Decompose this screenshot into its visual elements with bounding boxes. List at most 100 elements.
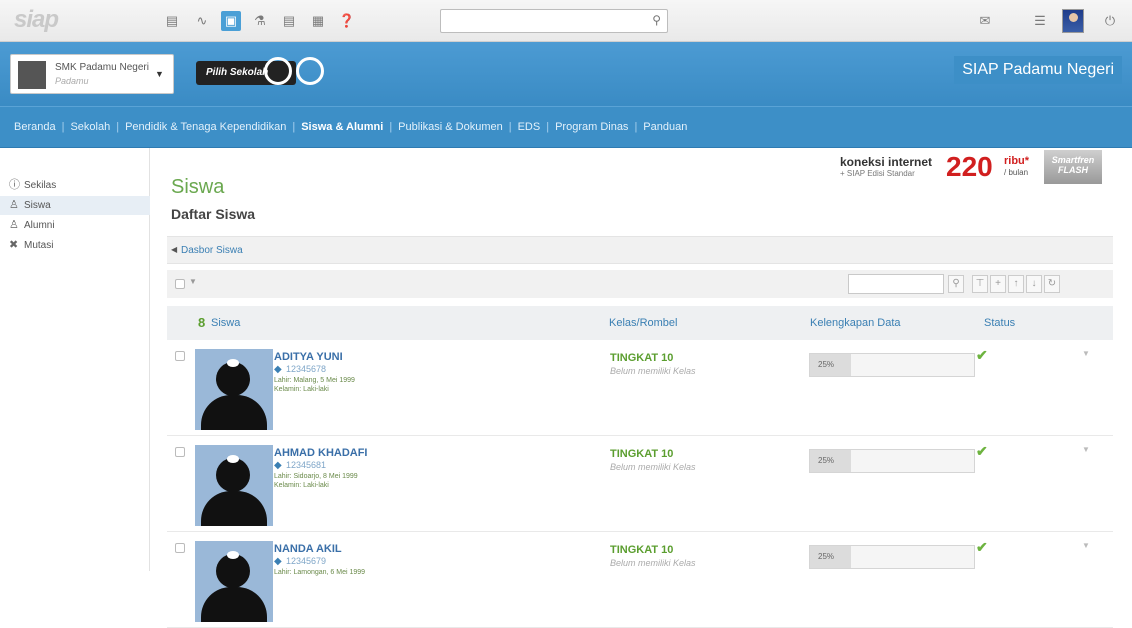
power-icon[interactable]: ⏻: [1100, 11, 1120, 31]
student-kelas: Belum memiliki Kelas: [610, 366, 696, 376]
main-content: koneksi internet + SIAP Edisi Standar 22…: [150, 148, 1132, 628]
upload-icon[interactable]: ↑: [1008, 275, 1024, 293]
ad-per: / bulan: [1004, 168, 1029, 177]
sidebar: ⓘ Sekilas ♙ Siswa ♙ Alumni ✖ Mutasi: [0, 148, 150, 571]
page-subtitle: Daftar Siswa: [171, 206, 256, 222]
top-toolbar: siap ▤ ∿ ▣ ⚗ ▤ ▦ ❓ ⚲ ✉ ☰ ⏻: [0, 0, 1132, 42]
student-name[interactable]: ADITYA YUNI: [274, 351, 343, 363]
col-status[interactable]: Status: [984, 317, 1015, 329]
table-row[interactable]: ADITYA YUNI ◆ 12345678 Lahir: Malang, 5 Mei…: [167, 341, 1113, 436]
search-input[interactable]: ⚲: [440, 9, 668, 33]
transfer-icon: ✖: [9, 239, 19, 251]
help-icon[interactable]: ❓: [337, 11, 357, 31]
completeness-bar: 25%: [809, 449, 975, 473]
chevron-down-icon[interactable]: ▼: [155, 69, 164, 79]
chevron-down-icon[interactable]: ▼: [1082, 349, 1090, 358]
nav-item-7[interactable]: Panduan: [643, 121, 687, 133]
row-checkbox[interactable]: [175, 351, 185, 361]
ad-price: 220: [946, 151, 993, 182]
ad-banner[interactable]: koneksi internet + SIAP Edisi Standar 22…: [838, 148, 1102, 186]
ad-text-line1: koneksi internet: [840, 155, 933, 169]
id-icon: ◆: [274, 460, 282, 471]
sidebar-item-alumni[interactable]: ♙ Alumni: [0, 216, 150, 235]
breadcrumb-link[interactable]: Dasbor Siswa: [181, 245, 243, 256]
school-name: SMK Padamu Negeri: [55, 62, 149, 73]
table-row[interactable]: AHMAD KHADAFI ◆ 12345681 Lahir: Sidoarjo, 8…: [167, 437, 1113, 532]
student-photo[interactable]: [195, 445, 273, 526]
id-card-icon[interactable]: ▦: [308, 11, 328, 31]
nav-item-3[interactable]: Siswa & Alumni: [301, 121, 383, 133]
nav-item-6[interactable]: Program Dinas: [555, 121, 628, 133]
row-checkbox[interactable]: [175, 447, 185, 457]
filter-icon[interactable]: ⊤: [972, 275, 988, 293]
school-selector[interactable]: SMK Padamu Negeri Padamu ▼: [10, 54, 174, 94]
breadcrumb: ◀ Dasbor Siswa: [167, 236, 1113, 264]
nav-item-1[interactable]: Sekolah: [70, 121, 110, 133]
sidebar-item-label: Sekilas: [24, 180, 57, 191]
nav-item-5[interactable]: EDS: [518, 121, 541, 133]
avatar-highlight: [227, 455, 239, 463]
sidebar-item-sekilas[interactable]: ⓘ Sekilas: [0, 176, 150, 195]
sidebar-item-siswa[interactable]: ♙ Siswa: [0, 196, 150, 215]
nav-item-0[interactable]: Beranda: [14, 121, 56, 133]
student-kelas: Belum memiliki Kelas: [610, 462, 696, 472]
table-header: 8 Siswa Kelas/Rombel Kelengkapan Data St…: [167, 306, 1113, 340]
ad-brand-logo: Smartfren FLASH: [1044, 150, 1102, 184]
people-icon[interactable]: ⚗: [250, 11, 270, 31]
nav-separator: |: [508, 121, 512, 133]
power-ring-icon[interactable]: [296, 57, 324, 85]
chevron-down-icon[interactable]: ▼: [1082, 445, 1090, 454]
student-id: 12345679: [286, 556, 327, 566]
search-icon[interactable]: ⚲: [652, 13, 661, 27]
completeness-bar: 25%: [809, 545, 975, 569]
mail-icon[interactable]: ✉: [975, 11, 995, 31]
student-name[interactable]: AHMAD KHADAFI: [274, 447, 368, 459]
student-name[interactable]: NANDA AKIL: [274, 543, 342, 555]
student-tingkat: TINGKAT 10: [610, 352, 674, 364]
student-id: 12345681: [286, 460, 327, 470]
chevron-down-icon[interactable]: ▼: [1082, 541, 1090, 550]
app-logo[interactable]: siap: [14, 6, 59, 34]
back-arrow-icon[interactable]: ◀: [171, 245, 177, 254]
brand-title: SIAP Padamu Negeri: [954, 56, 1122, 84]
list-icon[interactable]: ☰: [1030, 11, 1050, 31]
student-photo[interactable]: [195, 349, 273, 430]
add-icon[interactable]: +: [990, 275, 1006, 293]
sidebar-item-label: Siswa: [24, 200, 51, 211]
student-count: 8: [198, 315, 206, 330]
sitemap-icon[interactable]: ▣: [221, 11, 241, 31]
table-row[interactable]: NANDA AKIL ◆ 12345679 Lahir: Lamongan, 6 Me…: [167, 533, 1113, 628]
download-icon[interactable]: ↓: [1026, 275, 1042, 293]
nav-separator: |: [634, 121, 638, 133]
select-all-checkbox[interactable]: [175, 279, 185, 289]
sidebar-item-mutasi[interactable]: ✖ Mutasi: [0, 236, 150, 255]
school-logo: [18, 61, 46, 89]
cube-icon[interactable]: ▤: [162, 11, 182, 31]
school-subtitle: Padamu: [55, 76, 89, 86]
search-icon[interactable]: ⚲: [948, 275, 964, 293]
filter-input[interactable]: [848, 274, 944, 294]
student-birth: Lahir: Lamongan, 6 Mei 1999: [274, 569, 366, 576]
rss-icon[interactable]: ∿: [192, 11, 212, 31]
student-photo[interactable]: [195, 541, 273, 622]
alumni-icon: ♙: [9, 219, 19, 231]
status-check-icon: ✔: [976, 443, 988, 459]
student-id: 12345678: [286, 364, 327, 374]
nav-item-4[interactable]: Publikasi & Dokumen: [398, 121, 503, 133]
col-kelas[interactable]: Kelas/Rombel: [609, 317, 677, 329]
chevron-down-icon[interactable]: ▼: [189, 277, 197, 286]
document-icon[interactable]: ▤: [279, 11, 299, 31]
col-kelengkapan[interactable]: Kelengkapan Data: [810, 317, 901, 329]
completeness-label: 25%: [818, 456, 835, 465]
ring-icon[interactable]: [264, 57, 292, 85]
sidebar-item-label: Alumni: [24, 220, 55, 231]
row-checkbox[interactable]: [175, 543, 185, 553]
user-avatar[interactable]: [1062, 9, 1084, 33]
refresh-icon[interactable]: ↻: [1044, 275, 1060, 293]
student-count-label: Siswa: [211, 317, 241, 329]
student-tingkat: TINGKAT 10: [610, 544, 674, 556]
nav-item-2[interactable]: Pendidik & Tenaga Kependidikan: [125, 121, 286, 133]
page-title: Siswa: [171, 176, 225, 198]
info-icon: ⓘ: [9, 179, 20, 191]
ad-text-line2: + SIAP Edisi Standar: [840, 169, 915, 178]
